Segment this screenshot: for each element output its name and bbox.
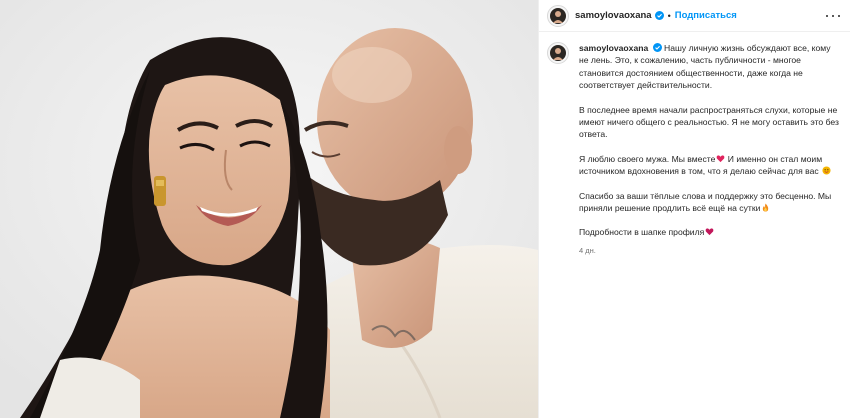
heart-emoji-icon: [705, 228, 714, 236]
caption-paragraph-3a: Я люблю своего мужа. Мы вместе: [579, 153, 716, 164]
post-modal: samoylovaoxana • Подписаться samoylovaox…: [0, 0, 850, 418]
caption: samoylovaoxana Нашу личную жизнь обсужда…: [539, 32, 850, 257]
couple-photo: [0, 0, 538, 418]
caption-author-avatar[interactable]: [547, 42, 569, 64]
author-username[interactable]: samoylovaoxana: [575, 10, 652, 21]
post-photo[interactable]: [0, 0, 538, 418]
follow-button[interactable]: Подписаться: [675, 10, 737, 21]
more-options-icon[interactable]: [826, 11, 840, 21]
verified-badge-icon: [654, 11, 664, 20]
avatar-image-icon: [550, 45, 566, 61]
caption-paragraph-4: Спасибо за ваши тёплые слова и поддержку…: [579, 190, 832, 214]
author-avatar[interactable]: [547, 4, 569, 27]
caption-text: samoylovaoxana Нашу личную жизнь обсужда…: [579, 42, 840, 257]
caption-username[interactable]: samoylovaoxana: [579, 43, 648, 53]
post-sidebar: samoylovaoxana • Подписаться samoylovaox…: [538, 0, 850, 418]
smiling-face-emoji-icon: [822, 166, 831, 175]
caption-paragraph-2: В последнее время начали распространятьс…: [579, 104, 839, 140]
separator-dot: •: [667, 10, 671, 21]
verified-badge-icon: [652, 43, 662, 52]
flame-emoji-icon: [763, 203, 769, 212]
caption-paragraph-5: Подробности в шапке профиля: [579, 227, 705, 238]
post-timestamp[interactable]: 4 дн.: [579, 245, 840, 257]
post-header: samoylovaoxana • Подписаться: [539, 0, 850, 32]
avatar-image-icon: [550, 7, 566, 24]
